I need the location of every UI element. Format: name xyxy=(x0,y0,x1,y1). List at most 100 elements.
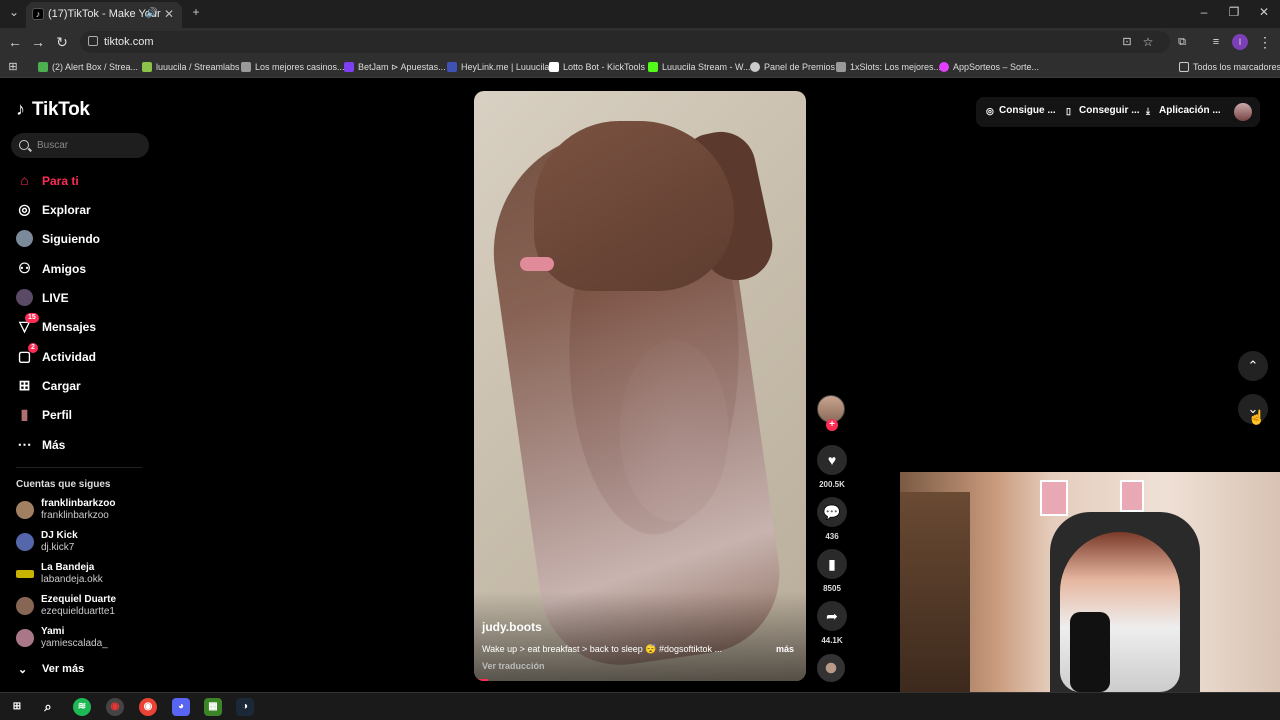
get-button[interactable]: ▯ Conseguir ... xyxy=(1066,105,1140,116)
bookmark-item[interactable]: Lotto Bot - KickTools xyxy=(549,60,645,74)
bookmark-item[interactable]: Luuucila Stream - W... xyxy=(648,60,751,74)
webcam-wall-frame xyxy=(1120,480,1144,512)
video-caption: Wake up > eat breakfast > back to sleep … xyxy=(482,644,723,654)
comment-icon: 💬 xyxy=(817,497,847,527)
messages-badge: 15 xyxy=(25,313,39,323)
previous-video-button[interactable]: ⌃ xyxy=(1238,351,1268,381)
follow-plus-button[interactable]: + xyxy=(826,419,838,431)
user-avatar[interactable] xyxy=(1234,103,1252,121)
nav-cargar[interactable]: ⊞ Cargar xyxy=(16,376,81,396)
nav-para-ti[interactable]: ⌂ Para ti xyxy=(16,171,78,191)
activity-badge: 2 xyxy=(28,343,38,353)
profile-icon: ▮ xyxy=(20,406,29,422)
bookmark-favicon-icon xyxy=(750,62,760,72)
compass-icon: ◎ xyxy=(18,201,31,217)
spotify-icon[interactable]: ≋ xyxy=(73,698,91,716)
comment-button[interactable]: 💬 436 xyxy=(817,497,847,541)
bookmark-item[interactable]: AppSorteos – Sorte... xyxy=(939,60,1039,74)
following-section-title: Cuentas que sigues xyxy=(16,479,111,490)
video-progress-bar[interactable] xyxy=(474,679,488,681)
browser-menu-icon[interactable]: ⋮ xyxy=(1256,33,1274,51)
back-icon[interactable]: ← xyxy=(6,33,24,51)
folder-icon xyxy=(1179,62,1189,72)
nav-actividad[interactable]: ▢ 2 Actividad xyxy=(16,343,96,367)
heart-icon: ♥ xyxy=(817,445,847,475)
search-input[interactable]: Buscar xyxy=(11,133,149,158)
new-tab-icon[interactable]: + xyxy=(186,5,206,23)
get-app-button[interactable]: ⤓ Aplicación ... xyxy=(1146,105,1221,116)
tab-close-icon[interactable]: ✕ xyxy=(164,2,174,26)
bookmark-item[interactable]: HeyLink.me | Luuucila xyxy=(447,60,549,74)
site-info-icon[interactable] xyxy=(88,36,98,46)
save-button[interactable]: ▮ 8505 xyxy=(817,549,847,593)
chevron-up-icon: ⌃ xyxy=(1247,358,1259,373)
tiktok-logo[interactable]: ♪ TikTok xyxy=(16,99,90,121)
browser-tab-strip: ⌄ ♪ (17)TikTok - Make Your Day 🔊 ✕ + – ❐… xyxy=(0,0,1280,44)
windows-start-icon[interactable]: ⊞ xyxy=(8,698,26,716)
see-more-button[interactable]: ⌄ Ver más xyxy=(16,663,84,676)
caption-more-link[interactable]: más xyxy=(776,644,794,654)
comment-count: 436 xyxy=(825,532,839,541)
reload-icon[interactable]: ↻ xyxy=(53,33,71,51)
restore-icon[interactable]: ❐ xyxy=(1224,5,1244,23)
bookmark-item[interactable]: 1xSlots: Los mejores... xyxy=(836,60,941,74)
speaker-icon[interactable]: 🔊 xyxy=(146,2,158,26)
mouse-pointer-icon: ☝ xyxy=(1248,409,1266,425)
avatar xyxy=(16,629,34,647)
profile-avatar[interactable]: I xyxy=(1232,34,1248,50)
home-icon: ⌂ xyxy=(20,172,29,188)
share-button[interactable]: ➦ 44.1K xyxy=(817,601,847,645)
webcam-bookshelf xyxy=(900,492,970,692)
video-frame-head xyxy=(534,121,734,291)
bookmark-favicon-icon xyxy=(344,62,354,72)
chevron-down-icon: ⌄ xyxy=(18,664,28,676)
minimize-icon[interactable]: – xyxy=(1194,5,1214,23)
discord-icon[interactable]: ◕ xyxy=(172,698,190,716)
more-icon: ⋯ xyxy=(17,436,32,452)
bookmark-star-icon[interactable]: ☆ xyxy=(1139,33,1157,51)
divider xyxy=(16,467,142,468)
nav-mas[interactable]: ⋯ Más xyxy=(16,435,66,455)
top-actions-bar: ◎ Consigue ... ▯ Conseguir ... ⤓ Aplicación… xyxy=(976,97,1260,127)
bookmark-item[interactable]: (2) Alert Box / Strea... xyxy=(38,60,138,74)
tab-search-icon[interactable]: ⌄ xyxy=(4,5,24,23)
nav-siguiendo[interactable]: ● Siguiendo xyxy=(16,229,100,249)
video-frame-tongue xyxy=(520,257,554,271)
bookmark-favicon-icon xyxy=(142,62,152,72)
webcam-overlay xyxy=(900,472,1280,692)
install-app-icon[interactable]: ⊡ xyxy=(1118,33,1136,51)
extensions-icon[interactable]: ⧉ xyxy=(1173,33,1191,51)
browser-tab[interactable]: ♪ (17)TikTok - Make Your Day 🔊 ✕ xyxy=(26,2,182,44)
search-icon[interactable]: ⌕ xyxy=(39,698,57,716)
video-player[interactable]: judy.boots Wake up > eat breakfast > bac… xyxy=(474,91,806,681)
url-text: tiktok.com xyxy=(104,36,154,48)
chrome-icon[interactable]: ◉ xyxy=(139,698,157,716)
like-button[interactable]: ♥ 200.5K xyxy=(817,445,847,489)
url-input[interactable]: tiktok.com xyxy=(80,31,1170,53)
steam-icon[interactable]: ◑ xyxy=(236,698,254,716)
window-close-icon[interactable]: ✕ xyxy=(1254,5,1274,23)
media-control-icon[interactable]: ≡ xyxy=(1207,33,1225,51)
nav-perfil[interactable]: ▮ Perfil xyxy=(16,405,72,425)
live-avatar-icon: ● xyxy=(16,289,33,306)
minecraft-icon[interactable]: ▦ xyxy=(204,698,222,716)
share-arrow-icon: ➦ xyxy=(817,601,847,631)
music-disc-icon[interactable] xyxy=(817,654,845,682)
nav-live[interactable]: ● LIVE xyxy=(16,288,69,308)
forward-icon[interactable]: → xyxy=(29,33,47,51)
share-count: 44.1K xyxy=(821,636,843,645)
nav-explorar[interactable]: ◎ Explorar xyxy=(16,200,90,220)
get-coins-button[interactable]: ◎ Consigue ... xyxy=(986,105,1056,116)
translate-link[interactable]: Ver traducción xyxy=(482,661,545,671)
video-author[interactable]: judy.boots xyxy=(482,620,542,634)
nav-amigos[interactable]: ⚇ Amigos xyxy=(16,259,86,279)
bookmark-item[interactable]: BetJam ⊳ Apuestas... xyxy=(344,60,446,74)
bookmark-item[interactable]: Los mejores casinos... xyxy=(241,60,345,74)
nav-mensajes[interactable]: ▽ 15 Mensajes xyxy=(16,313,96,337)
bookmark-favicon-icon xyxy=(549,62,559,72)
obs-icon[interactable]: ◉ xyxy=(106,698,124,716)
all-bookmarks-folder[interactable]: Todos los marcadores xyxy=(1179,60,1280,74)
bookmark-item[interactable]: Panel de Premios xyxy=(750,60,835,74)
apps-grid-icon[interactable]: ⊞ xyxy=(4,58,22,76)
bookmark-item[interactable]: luuucila / Streamlabs xyxy=(142,60,240,74)
